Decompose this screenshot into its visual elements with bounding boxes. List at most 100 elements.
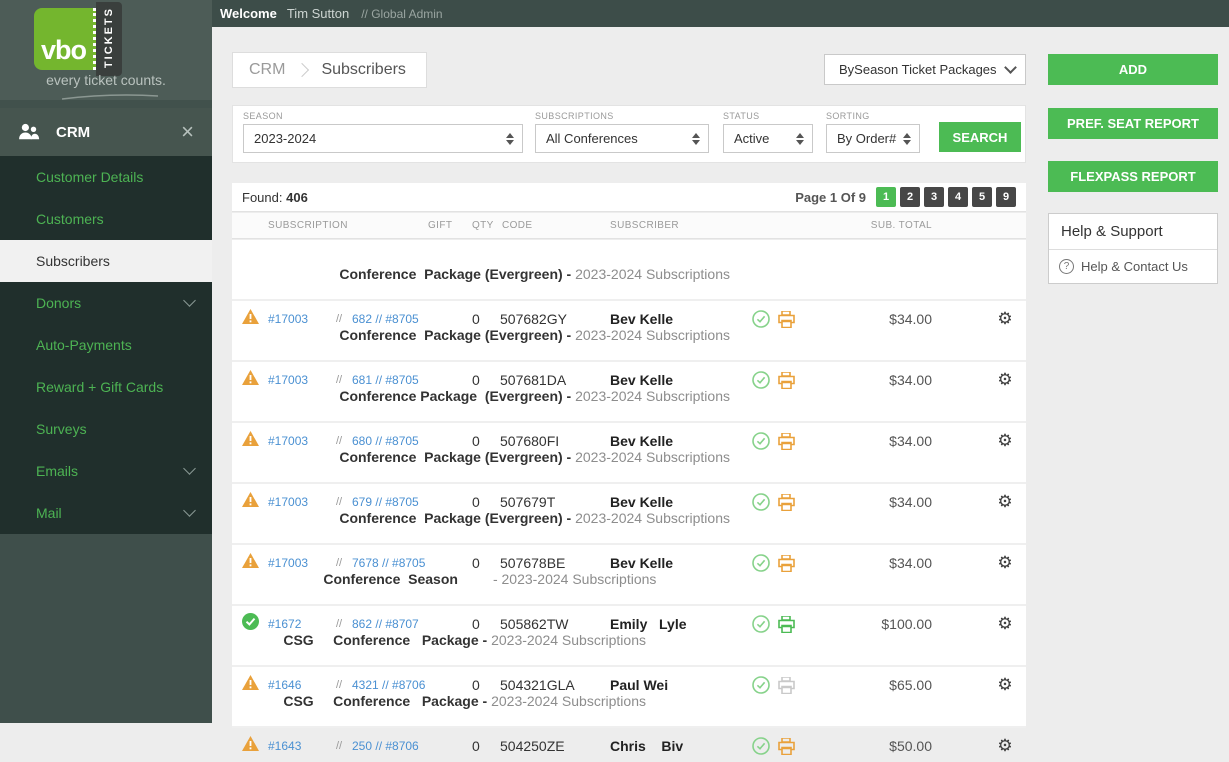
printer-icon[interactable] <box>777 372 796 389</box>
subscriptions-select[interactable]: All Conferences <box>535 124 709 153</box>
gear-icon[interactable]: ⚙ <box>984 309 1026 329</box>
subscription-link[interactable]: 250 // #8706 <box>352 739 428 753</box>
subscription-link[interactable]: 7678 // #8705 <box>352 556 428 570</box>
printer-icon[interactable] <box>777 433 796 450</box>
order-link[interactable]: #1643 <box>268 739 326 753</box>
sidebar-item-customers[interactable]: Customers <box>0 198 212 240</box>
subscription-link[interactable]: 680 // #8705 <box>352 434 428 448</box>
sidebar-item-customer-details[interactable]: Customer Details <box>0 156 212 198</box>
subscription-title-season: - 2023-2024 Subscriptions <box>493 571 656 587</box>
qty-cell: 0 <box>472 555 500 571</box>
printer-icon[interactable] <box>777 738 796 755</box>
season-select[interactable]: 2023-2024 <box>243 124 523 153</box>
package-type-dropdown[interactable]: BySeason Ticket Packages <box>824 54 1026 85</box>
check-circle-icon <box>752 432 770 450</box>
order-link[interactable]: #17003 <box>268 312 326 326</box>
subscriber-name[interactable]: Paul Wei <box>610 677 752 693</box>
sidebar-item-auto-payments[interactable]: Auto-Payments <box>0 324 212 366</box>
status-select[interactable]: Active <box>723 124 813 153</box>
subscription-title-season: 2023-2024 Subscriptions <box>575 266 730 282</box>
order-link[interactable]: #17003 <box>268 495 326 509</box>
vbo-logo-text: vbo <box>41 35 86 66</box>
header-subtotal: SUB. TOTAL <box>812 220 984 231</box>
help-contact-link[interactable]: ? Help & Contact Us <box>1049 250 1217 283</box>
printer-icon[interactable] <box>777 494 796 511</box>
subscriber-name[interactable]: Bev Kelle <box>610 311 752 327</box>
sidebar-item-mail[interactable]: Mail <box>0 492 212 534</box>
subscription-link[interactable]: 862 // #8707 <box>352 617 428 631</box>
chevron-down-icon <box>1004 61 1017 74</box>
gear-icon[interactable]: ⚙ <box>984 492 1026 512</box>
season-value: 2023-2024 <box>254 131 500 146</box>
subscriber-name[interactable]: Bev Kelle <box>610 433 752 449</box>
tickets-badge: TICKETS <box>96 2 122 76</box>
vbo-logo-mark: vbo <box>34 8 96 70</box>
sidebar-item-donors[interactable]: Donors <box>0 282 212 324</box>
page-button-5[interactable]: 5 <box>972 187 992 207</box>
code-cell: 504250ZE <box>500 738 592 754</box>
warning-icon <box>242 309 259 324</box>
chevron-down-icon <box>183 462 196 475</box>
search-button[interactable]: SEARCH <box>939 122 1021 152</box>
subscriber-name[interactable]: Emily Lyle <box>610 616 752 632</box>
page-button-3[interactable]: 3 <box>924 187 944 207</box>
subscription-link[interactable]: 679 // #8705 <box>352 495 428 509</box>
order-link[interactable]: #17003 <box>268 556 326 570</box>
user-name[interactable]: Tim Sutton <box>287 6 349 21</box>
gear-icon[interactable]: ⚙ <box>984 736 1026 756</box>
row-status-icon <box>242 553 268 573</box>
header-subscription: SUBSCRIPTION <box>268 220 428 231</box>
printer-icon[interactable] <box>777 311 796 328</box>
gear-icon[interactable]: ⚙ <box>984 370 1026 390</box>
sidebar-item-label: Customer Details <box>36 169 194 185</box>
subscriber-name[interactable]: Bev Kelle <box>610 372 752 388</box>
subscription-link[interactable]: 682 // #8705 <box>352 312 428 326</box>
gear-icon[interactable]: ⚙ <box>984 553 1026 573</box>
subscriber-name[interactable]: Bev Kelle <box>610 555 752 571</box>
close-icon[interactable]: × <box>181 121 194 143</box>
page-button-9[interactable]: 9 <box>996 187 1016 207</box>
order-link[interactable]: #1646 <box>268 678 326 692</box>
qty-cell: 0 <box>472 372 500 388</box>
warning-icon <box>242 553 259 568</box>
breadcrumb-parent[interactable]: CRM <box>249 61 285 79</box>
sidebar-menu: Customer Details Customers Subscribers D… <box>0 156 212 534</box>
sidebar-item-surveys[interactable]: Surveys <box>0 408 212 450</box>
separator: // <box>326 435 352 447</box>
sorting-select[interactable]: By Order# <box>826 124 920 153</box>
order-link[interactable]: #17003 <box>268 434 326 448</box>
sidebar-item-emails[interactable]: Emails <box>0 450 212 492</box>
code-cell: 507681DA <box>500 372 592 388</box>
gear-icon[interactable]: ⚙ <box>984 614 1026 634</box>
filter-panel: SEASON 2023-2024 SUBSCRIPTIONS All Confe… <box>232 105 1026 163</box>
table-header: SUBSCRIPTION GIFT QTY CODE SUBSCRIBER SU… <box>232 213 1026 239</box>
page-button-2[interactable]: 2 <box>900 187 920 207</box>
page-button-1[interactable]: 1 <box>876 187 896 207</box>
printer-icon[interactable] <box>777 677 796 694</box>
subscriber-name[interactable]: Chris Biv <box>610 738 752 754</box>
gear-icon[interactable]: ⚙ <box>984 675 1026 695</box>
subscription-link[interactable]: 4321 // #8706 <box>352 678 428 692</box>
subscription-link[interactable]: 681 // #8705 <box>352 373 428 387</box>
page-button-4[interactable]: 4 <box>948 187 968 207</box>
subtotal-cell: $34.00 <box>812 494 984 510</box>
sidebar-item-subscribers[interactable]: Subscribers <box>0 240 212 282</box>
subtotal-cell: $34.00 <box>812 311 984 327</box>
gear-icon[interactable]: ⚙ <box>984 431 1026 451</box>
help-support-box: Help & Support ? Help & Contact Us <box>1048 213 1218 284</box>
order-link[interactable]: #17003 <box>268 373 326 387</box>
sidebar-item-reward-gift-cards[interactable]: Reward + Gift Cards <box>0 366 212 408</box>
check-circle-icon <box>752 371 770 389</box>
pref-seat-report-button[interactable]: PREF. SEAT REPORT <box>1048 108 1218 139</box>
subscriber-name[interactable]: Bev Kelle <box>610 494 752 510</box>
spinner-icon <box>506 133 514 145</box>
printer-icon[interactable] <box>777 616 796 633</box>
add-button[interactable]: ADD <box>1048 54 1218 85</box>
subscriptions-value: All Conferences <box>546 131 686 146</box>
printer-icon[interactable] <box>777 555 796 572</box>
order-link[interactable]: #1672 <box>268 617 326 631</box>
row-status-icon <box>242 736 268 756</box>
sorting-label: SORTING <box>826 111 920 121</box>
flexpass-report-button[interactable]: FLEXPASS REPORT <box>1048 161 1218 192</box>
code-cell: 504321GLA <box>500 677 592 693</box>
